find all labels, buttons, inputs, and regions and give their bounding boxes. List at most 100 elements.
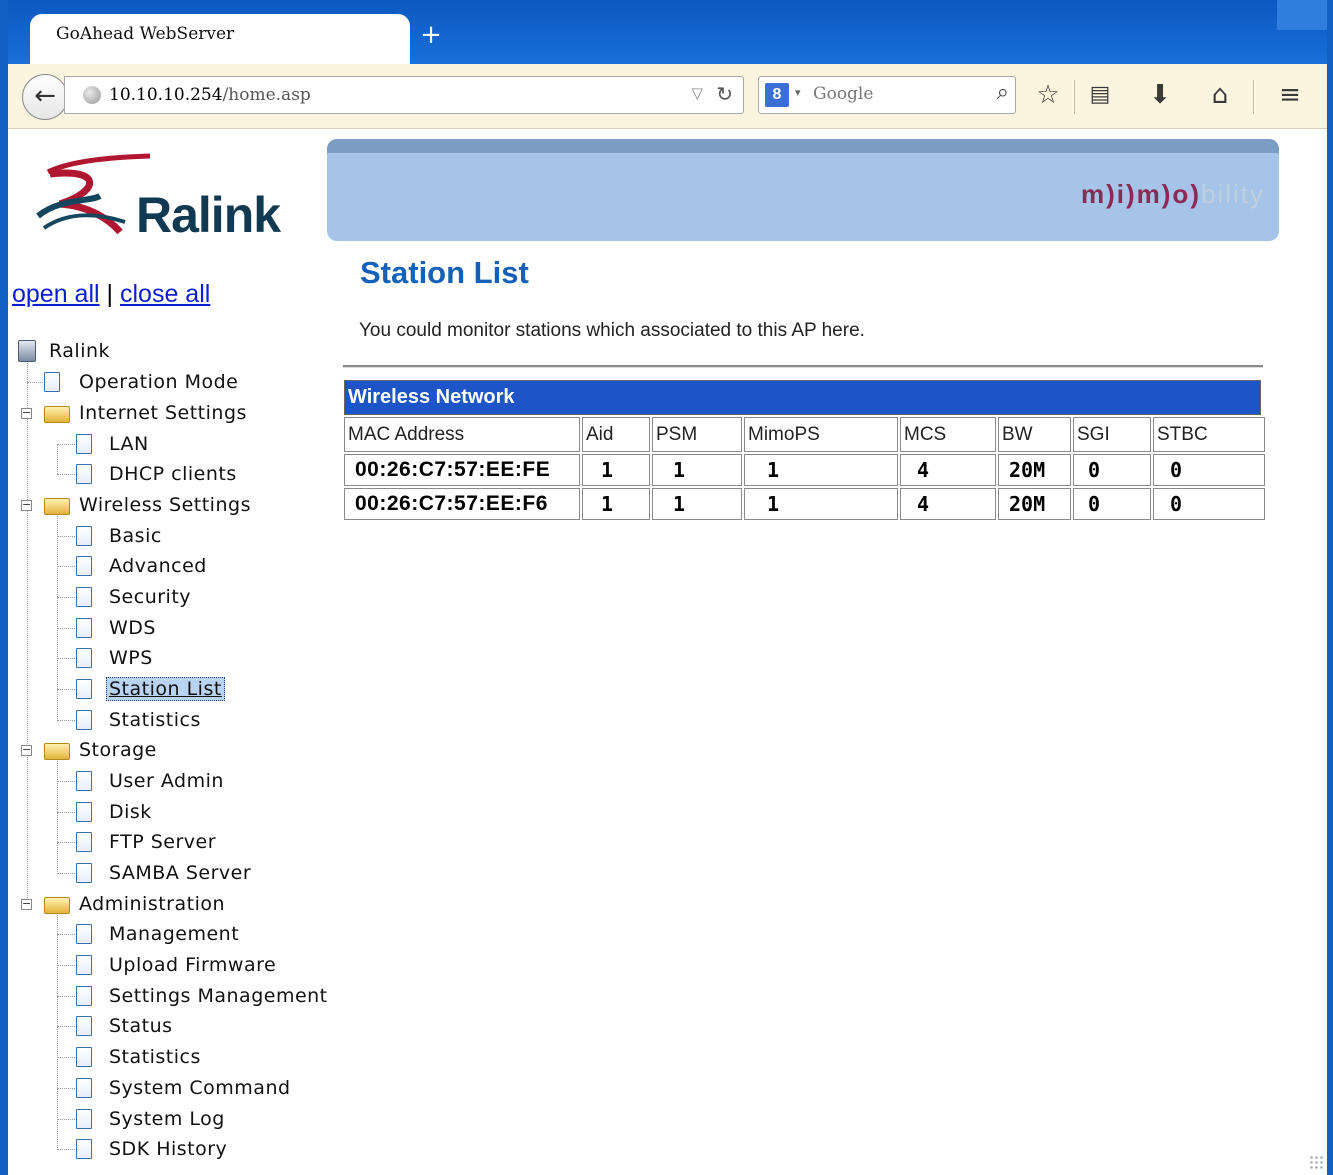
- tree-line: [57, 1026, 77, 1027]
- tree-line: [57, 1149, 77, 1150]
- tree-line: [57, 474, 77, 475]
- tree-line: [57, 812, 77, 813]
- bookmark-star-icon[interactable]: ☆: [1032, 78, 1064, 112]
- tree-line: [57, 996, 77, 997]
- tree-line: [57, 873, 77, 874]
- tree-label: Administration: [79, 893, 226, 915]
- column-header: PSM: [652, 417, 742, 452]
- magnifier-icon[interactable]: ⌕: [997, 80, 1009, 105]
- banner-mark-bold: m)i)m)o): [1081, 179, 1201, 209]
- navigation-toolbar: ← 10.10.10.254/home.asp ▽ ↻ 8 ▾ Google ⌕…: [8, 64, 1327, 129]
- tree-controls-separator: |: [106, 280, 114, 308]
- back-button[interactable]: ←: [22, 74, 68, 120]
- mimobility-logo: m)i)m)o)bility: [1081, 179, 1265, 210]
- tree-label: Status: [109, 1015, 173, 1037]
- toolbar-separator: [1253, 80, 1254, 114]
- close-all-link[interactable]: close all: [120, 280, 210, 308]
- url-path: /home.asp: [222, 85, 311, 105]
- tree-label: LAN: [109, 433, 149, 455]
- page-icon: [76, 1047, 92, 1067]
- menu-icon[interactable]: ≡: [1274, 78, 1306, 112]
- page-icon: [76, 955, 92, 975]
- tree-label: Statistics: [109, 709, 201, 731]
- table-header-row: MAC Address Aid PSM MimoPS MCS BW SGI ST…: [344, 417, 1265, 452]
- aid-cell: 1: [582, 488, 650, 520]
- page-icon: [76, 771, 92, 791]
- page-icon: [76, 679, 92, 699]
- tree-label: Advanced: [109, 555, 207, 577]
- resize-grip-icon[interactable]: [1309, 1155, 1323, 1169]
- page-icon: [76, 986, 92, 1006]
- bookmarks-list-icon[interactable]: ▤: [1084, 78, 1116, 112]
- download-icon[interactable]: ⬇: [1144, 78, 1176, 112]
- collapse-icon[interactable]: −: [21, 407, 32, 419]
- search-bar[interactable]: 8 ▾ Google ⌕: [758, 76, 1016, 114]
- psm-cell: 1: [652, 488, 742, 520]
- sgi-cell: 0: [1073, 488, 1151, 520]
- page-icon: [76, 1016, 92, 1036]
- window-frame-left: [0, 0, 8, 1175]
- ralink-swoosh-icon: [36, 152, 251, 235]
- dropdown-arrow-icon[interactable]: ▽: [691, 84, 703, 102]
- page-icon: [76, 587, 92, 607]
- divider: [343, 365, 1263, 368]
- url-bar[interactable]: 10.10.10.254/home.asp ▽ ↻: [64, 76, 744, 114]
- page-icon: [76, 648, 92, 668]
- tree-controls: open all | close all: [12, 280, 210, 309]
- page-icon: [76, 1139, 92, 1159]
- window-control[interactable]: [1277, 0, 1327, 30]
- page-icon: [76, 434, 92, 454]
- tree-label: Wireless Settings: [79, 494, 251, 516]
- tree-label: User Admin: [109, 770, 224, 792]
- column-header: MAC Address: [344, 417, 580, 452]
- page-icon: [76, 618, 92, 638]
- tree-label: FTP Server: [109, 831, 217, 853]
- tree-line: [57, 934, 77, 935]
- home-icon[interactable]: ⌂: [1204, 78, 1236, 112]
- folder-open-icon: [44, 743, 70, 760]
- column-header: BW: [998, 417, 1071, 452]
- tree-line: [57, 444, 77, 445]
- column-header: MCS: [900, 417, 996, 452]
- tree-label: SAMBA Server: [109, 862, 252, 884]
- bw-cell: 20M: [998, 454, 1071, 486]
- page-icon: [76, 832, 92, 852]
- collapse-icon[interactable]: −: [21, 898, 32, 910]
- aid-cell: 1: [582, 454, 650, 486]
- back-arrow-icon: ←: [34, 81, 56, 111]
- tree-label: Management: [109, 923, 240, 945]
- mac-address-cell: 00:26:C7:57:EE:F6: [344, 488, 580, 520]
- url-host: 10.10.10.254: [109, 85, 223, 105]
- collapse-icon[interactable]: −: [21, 744, 32, 756]
- mcs-cell: 4: [900, 488, 996, 520]
- tree-line: [27, 358, 28, 908]
- search-input[interactable]: Google: [813, 84, 873, 104]
- tree-label: Statistics: [109, 1046, 201, 1068]
- stbc-cell: 0: [1153, 488, 1265, 520]
- folder-open-icon: [44, 498, 70, 515]
- search-engine-caret-icon[interactable]: ▾: [795, 86, 801, 99]
- tree-label: Ralink: [49, 340, 111, 362]
- sgi-cell: 0: [1073, 454, 1151, 486]
- page-icon: [76, 464, 92, 484]
- column-header: MimoPS: [744, 417, 898, 452]
- column-header: SGI: [1073, 417, 1151, 452]
- tree-line: [57, 658, 77, 659]
- tree-line: [57, 720, 77, 721]
- tab-title: GoAhead WebServer: [56, 24, 235, 44]
- page-icon: [76, 802, 92, 822]
- tree-label: Upload Firmware: [109, 954, 277, 976]
- tree-line: [57, 904, 58, 1150]
- network-root-icon: [18, 340, 36, 362]
- folder-open-icon: [44, 897, 70, 914]
- tree-label: DHCP clients: [109, 463, 237, 485]
- new-tab-button[interactable]: +: [418, 22, 444, 48]
- section-header: Wireless Network: [344, 380, 1261, 415]
- url-text[interactable]: 10.10.10.254/home.asp: [109, 85, 311, 105]
- reload-icon[interactable]: ↻: [716, 82, 733, 106]
- browser-tab[interactable]: GoAhead WebServer: [30, 14, 410, 64]
- open-all-link[interactable]: open all: [12, 280, 100, 308]
- tree-label: Station List: [106, 677, 225, 701]
- search-engine-icon[interactable]: 8: [765, 83, 789, 107]
- collapse-icon[interactable]: −: [21, 499, 32, 511]
